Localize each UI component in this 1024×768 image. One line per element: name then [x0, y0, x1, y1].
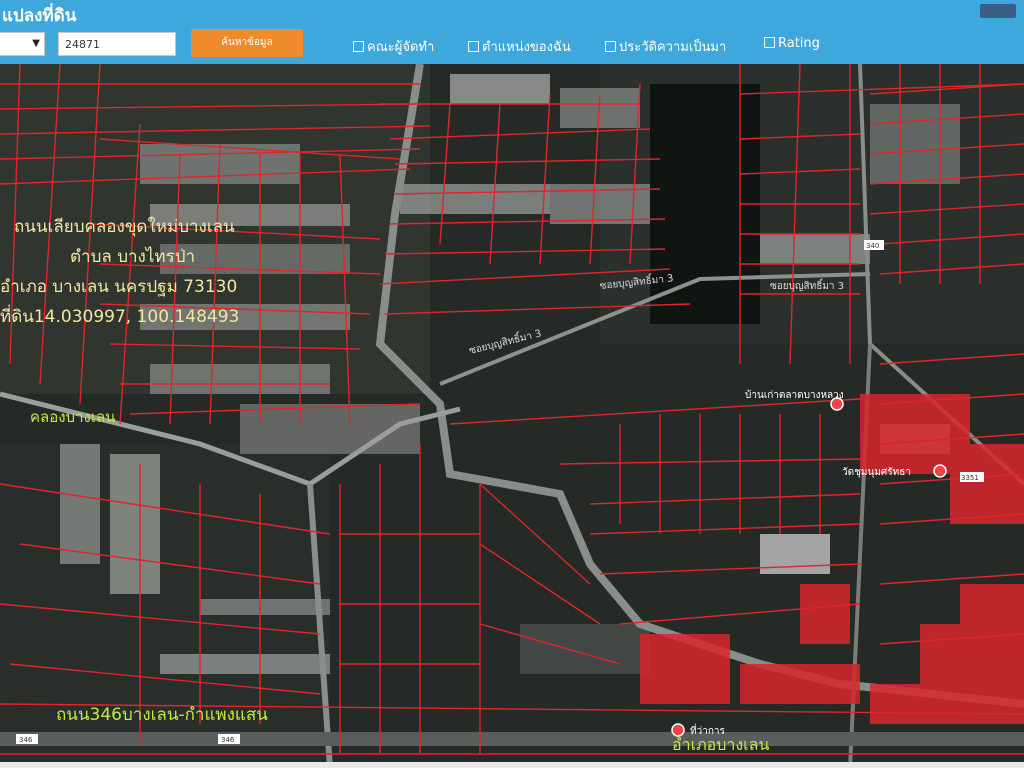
checkbox-rating-label: Rating: [778, 36, 820, 51]
market-label: บ้านเก่าตลาดบางหลวง: [745, 389, 844, 401]
search-button[interactable]: ค้นหาข้อมูล: [191, 29, 303, 57]
info-line-4: ที่ดิน14.030997, 100.148493: [0, 304, 239, 327]
parcel-number-input[interactable]: [58, 32, 176, 56]
route-3351: 3351: [961, 474, 979, 482]
road-346-label: ถนน346บางเลน-กำแพงแสน: [56, 705, 268, 725]
district-label: อำเภอบางเลน: [672, 735, 769, 754]
checkbox-my-location[interactable]: ตำแหน่งของฉัน: [468, 36, 571, 57]
checkbox-icon: [468, 41, 479, 52]
market-marker-icon[interactable]: [830, 397, 844, 411]
checkbox-rating[interactable]: Rating: [764, 36, 820, 51]
checkbox-icon: [353, 41, 364, 52]
parcel-map[interactable]: ถนนเลียบคลองขุดใหม่บางเลน ตำบล บางไทรป่า…: [0, 64, 1024, 768]
route-346-left: 346: [19, 736, 33, 744]
route-346-mid: 346: [221, 736, 235, 744]
office-label: ที่ว่าการ: [690, 723, 725, 737]
checkbox-my-location-label: ตำแหน่งของฉัน: [482, 40, 571, 55]
checkbox-history-label: ประวัติความเป็นมา: [619, 40, 727, 55]
info-line-2: ตำบล บางไทรป่า: [70, 246, 195, 267]
chevron-down-icon: ▼: [32, 38, 40, 49]
province-select[interactable]: ▼: [0, 32, 45, 56]
bottom-bar: [0, 762, 1024, 768]
temple-label: วัดชุมนุมศรัทธา: [842, 467, 911, 478]
checkbox-team[interactable]: คณะผู้จัดทำ: [353, 36, 434, 57]
temple-marker-icon[interactable]: [933, 464, 947, 478]
checkbox-team-label: คณะผู้จัดทำ: [367, 40, 435, 55]
info-line-1: ถนนเลียบคลองขุดใหม่บางเลน: [14, 216, 235, 237]
menu-button[interactable]: [980, 4, 1016, 18]
office-marker-icon[interactable]: [671, 723, 685, 737]
app-title: แปลงที่ดิน: [2, 6, 77, 26]
checkbox-icon: [605, 41, 616, 52]
canal-label: คลองบางเลน: [30, 408, 115, 426]
route-340: 340: [866, 242, 879, 250]
info-line-3: อำเภอ บางเลน นครปฐม 73130: [0, 277, 237, 297]
checkbox-history[interactable]: ประวัติความเป็นมา: [605, 36, 726, 57]
checkbox-icon: [764, 37, 775, 48]
soi-label-right: ซอยบุญสิทธิ์มา 3: [770, 278, 844, 292]
top-toolbar: แปลงที่ดิน ▼ ค้นหาข้อมูล คณะผู้จัดทำ ตำแ…: [0, 0, 1024, 64]
